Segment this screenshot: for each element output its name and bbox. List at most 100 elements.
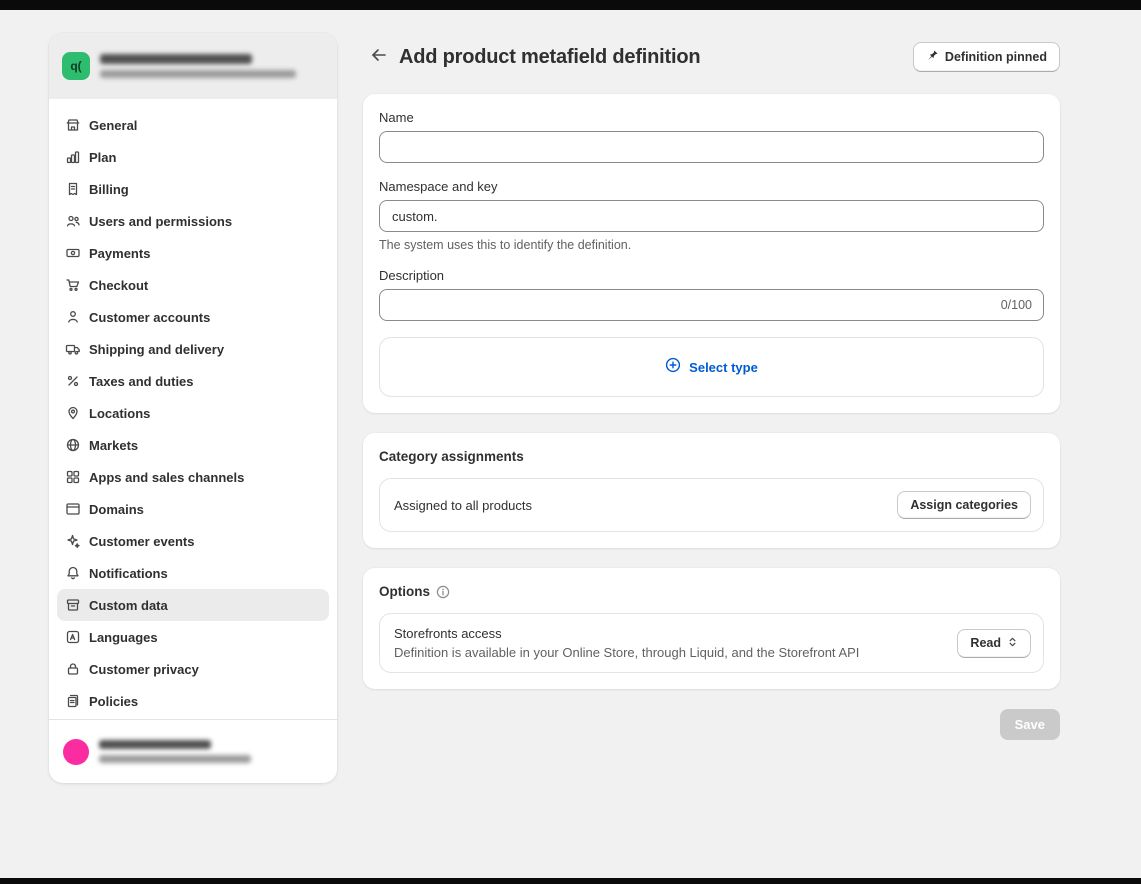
sidebar-item-customer-events[interactable]: Customer events (57, 525, 329, 557)
storefronts-access-text: Storefronts access Definition is availab… (394, 626, 859, 660)
store-name-redacted (100, 54, 252, 64)
sidebar-item-label: Languages (89, 630, 158, 645)
sidebar-item-users-and-permissions[interactable]: Users and permissions (57, 205, 329, 237)
sidebar-item-checkout[interactable]: Checkout (57, 269, 329, 301)
payments-icon (65, 245, 81, 261)
store-avatar: q( (62, 52, 90, 80)
user-name-redacted (99, 740, 211, 749)
translate-icon (65, 629, 81, 645)
sidebar-item-label: Billing (89, 182, 129, 197)
options-card: Options Storefronts access Definition is… (363, 568, 1060, 689)
sparkle-icon (65, 533, 81, 549)
options-title-row: Options (379, 584, 1044, 599)
bell-icon (65, 565, 81, 581)
save-button[interactable]: Save (1000, 709, 1060, 740)
user-identity-redacted (99, 740, 251, 763)
name-field-group: Name (379, 110, 1044, 163)
storefronts-access-box: Storefronts access Definition is availab… (379, 613, 1044, 673)
description-input[interactable] (379, 289, 1044, 321)
sidebar-item-label: Shipping and delivery (89, 342, 224, 357)
sidebar-item-custom-data[interactable]: Custom data (57, 589, 329, 621)
sidebar-item-label: Policies (89, 694, 138, 709)
sidebar-item-markets[interactable]: Markets (57, 429, 329, 461)
save-label: Save (1015, 717, 1045, 732)
sidebar-item-locations[interactable]: Locations (57, 397, 329, 429)
description-label: Description (379, 268, 1044, 283)
window-top-bar (0, 0, 1141, 10)
sidebar-item-apps-and-sales-channels[interactable]: Apps and sales channels (57, 461, 329, 493)
storefronts-access-title: Storefronts access (394, 626, 859, 641)
cart-icon (65, 277, 81, 293)
browser-icon (65, 501, 81, 517)
sidebar-item-policies[interactable]: Policies (57, 685, 329, 717)
apps-grid-icon (65, 469, 81, 485)
save-row: Save (363, 709, 1060, 740)
sidebar-item-domains[interactable]: Domains (57, 493, 329, 525)
sidebar-item-general[interactable]: General (57, 109, 329, 141)
sidebar-item-label: Custom data (89, 598, 168, 613)
plus-circle-icon (665, 357, 681, 378)
sidebar-item-label: Markets (89, 438, 138, 453)
select-type-button[interactable]: Select type (379, 337, 1044, 397)
sidebar-item-taxes-and-duties[interactable]: Taxes and duties (57, 365, 329, 397)
description-field-group: Description 0/100 (379, 268, 1044, 321)
receipt-icon (65, 181, 81, 197)
sidebar-item-shipping-and-delivery[interactable]: Shipping and delivery (57, 333, 329, 365)
chart-icon (65, 149, 81, 165)
main-content: Add product metafield definition Definit… (363, 40, 1060, 740)
user-avatar (63, 739, 89, 765)
person-icon (65, 309, 81, 325)
info-icon[interactable] (436, 585, 450, 599)
store-icon (65, 117, 81, 133)
sidebar-item-customer-accounts[interactable]: Customer accounts (57, 301, 329, 333)
page-title: Add product metafield definition (399, 46, 700, 69)
category-assignments-title: Category assignments (379, 449, 524, 464)
truck-icon (65, 341, 81, 357)
name-input[interactable] (379, 131, 1044, 163)
storefronts-access-select[interactable]: Read (957, 629, 1031, 658)
window-bottom-bar (0, 878, 1141, 884)
sidebar-item-payments[interactable]: Payments (57, 237, 329, 269)
sidebar-item-label: Customer events (89, 534, 194, 549)
select-type-label: Select type (689, 360, 758, 375)
location-pin-icon (65, 405, 81, 421)
globe-icon (65, 437, 81, 453)
sidebar-item-label: Taxes and duties (89, 374, 194, 389)
user-email-redacted (99, 755, 251, 763)
sidebar-item-label: Payments (89, 246, 150, 261)
sidebar-item-label: Customer privacy (89, 662, 199, 677)
sidebar-item-label: Customer accounts (89, 310, 210, 325)
sidebar-item-plan[interactable]: Plan (57, 141, 329, 173)
assign-categories-button[interactable]: Assign categories (897, 491, 1031, 519)
pin-icon (926, 49, 939, 65)
page-header: Add product metafield definition Definit… (363, 40, 1060, 74)
sidebar-item-customer-privacy[interactable]: Customer privacy (57, 653, 329, 685)
sidebar-item-label: Apps and sales channels (89, 470, 244, 485)
definition-card: Name Namespace and key The system uses t… (363, 94, 1060, 413)
name-label: Name (379, 110, 1044, 125)
category-assignments-box: Assigned to all products Assign categori… (379, 478, 1044, 532)
store-header: q( (49, 33, 337, 99)
sidebar-item-label: Users and permissions (89, 214, 232, 229)
sidebar-item-billing[interactable]: Billing (57, 173, 329, 205)
percent-icon (65, 373, 81, 389)
sidebar-item-label: Locations (89, 406, 150, 421)
sidebar-item-notifications[interactable]: Notifications (57, 557, 329, 589)
store-identity-redacted (100, 54, 296, 78)
sidebar-item-label: Notifications (89, 566, 168, 581)
description-input-wrap: 0/100 (379, 289, 1044, 321)
sidebar-item-languages[interactable]: Languages (57, 621, 329, 653)
category-assignments-card: Category assignments Assigned to all pro… (363, 433, 1060, 548)
sidebar-item-label: Plan (89, 150, 116, 165)
lock-icon (65, 661, 81, 677)
settings-sidebar: q( General Plan Billing Users and permissio… (49, 33, 337, 783)
namespace-field-group: Namespace and key The system uses this t… (379, 179, 1044, 252)
definition-pinned-button[interactable]: Definition pinned (913, 42, 1060, 72)
sidebar-item-label: General (89, 118, 137, 133)
back-button[interactable] (363, 43, 391, 71)
back-arrow-icon (368, 46, 386, 69)
options-title: Options (379, 584, 430, 599)
user-footer[interactable] (49, 719, 337, 783)
sidebar-item-label: Domains (89, 502, 144, 517)
namespace-input[interactable] (379, 200, 1044, 232)
